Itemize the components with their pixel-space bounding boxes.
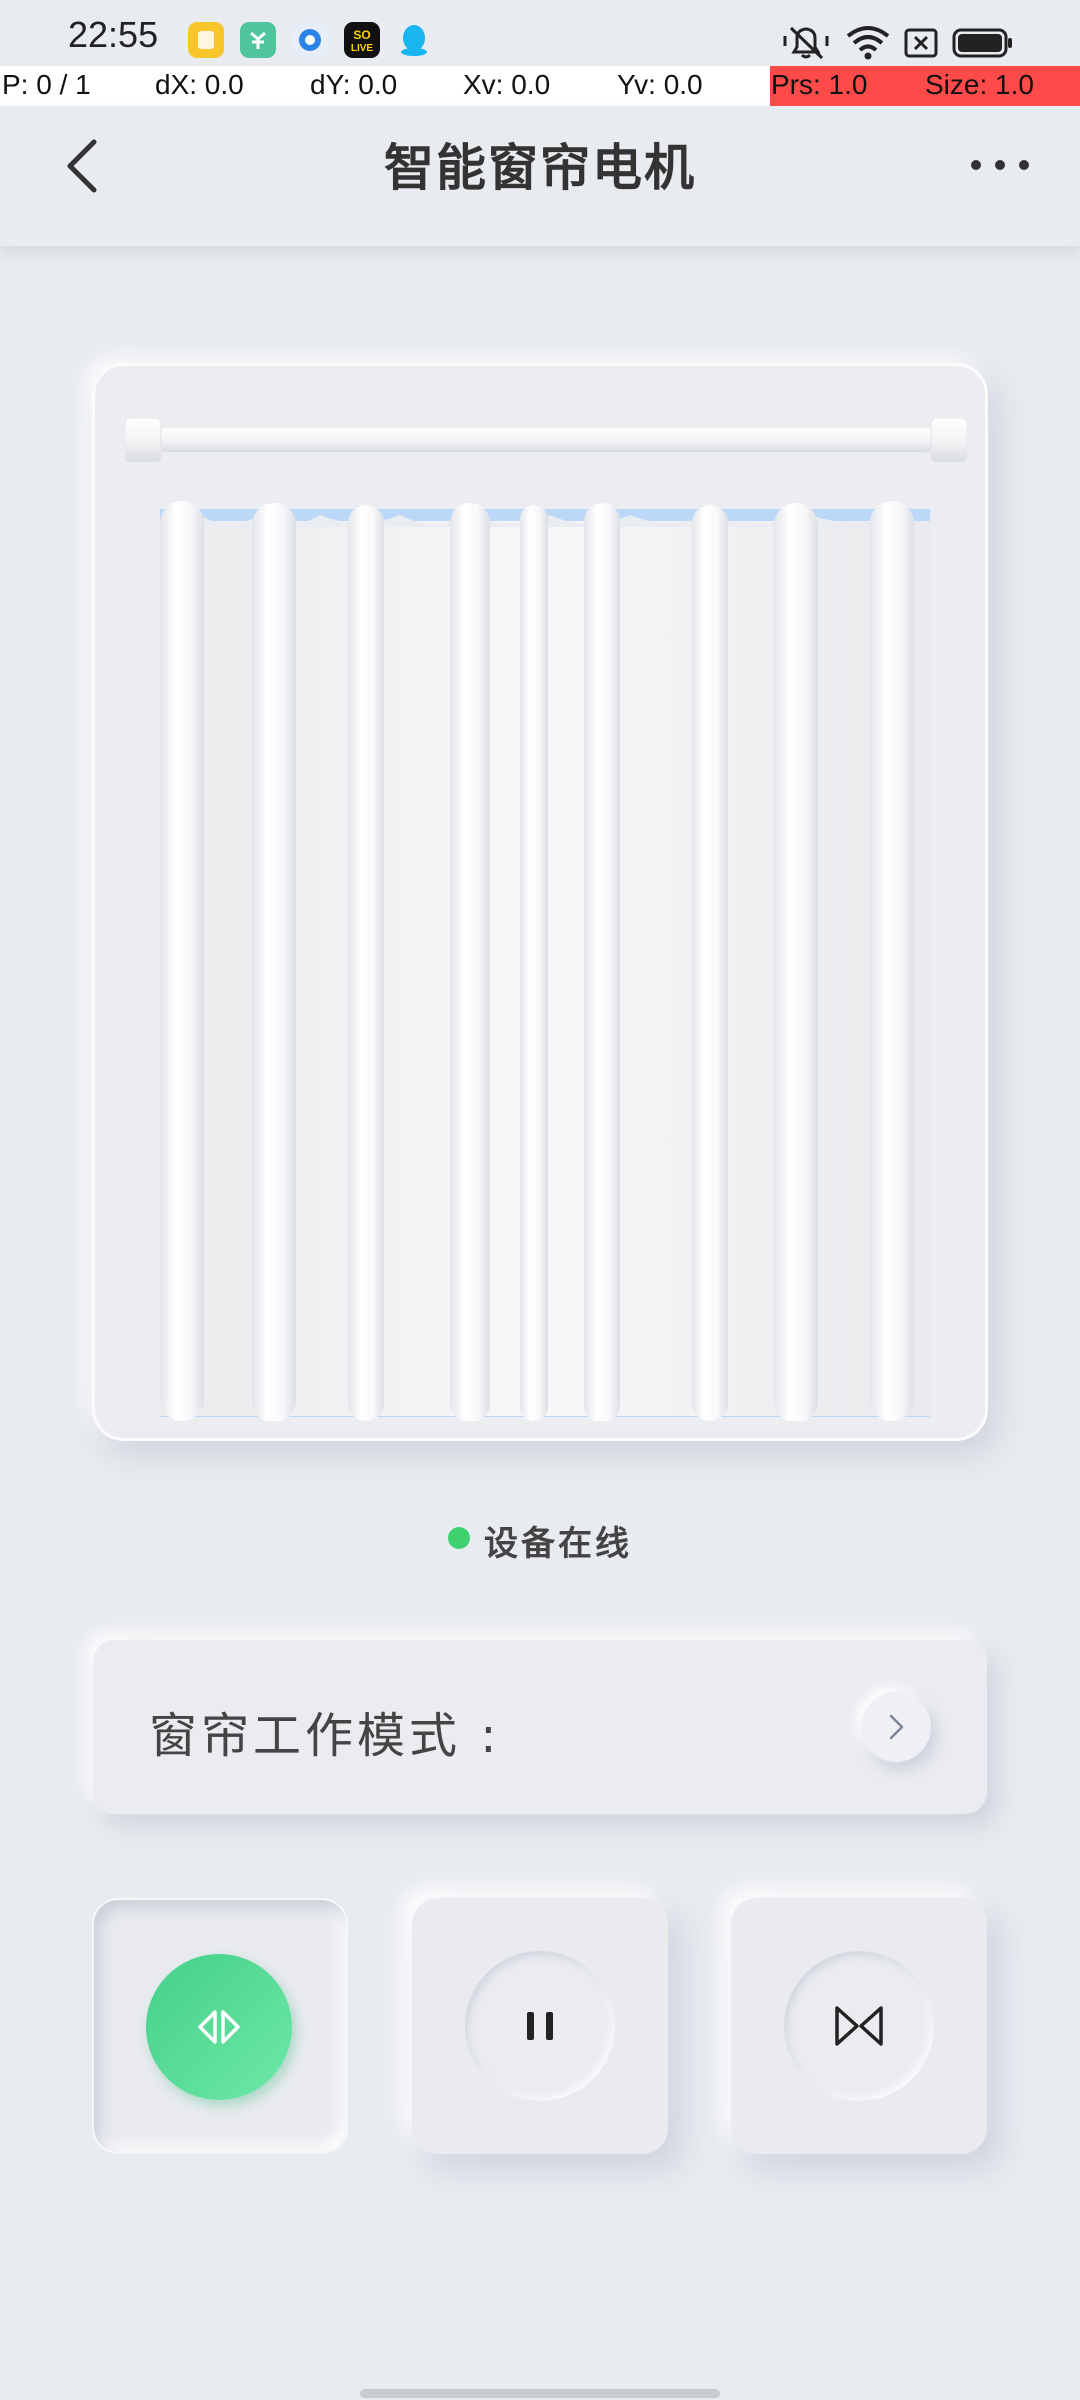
page-title: 智能窗帘电机	[384, 139, 696, 197]
curtain-rod	[125, 418, 967, 462]
pause-curtain-button[interactable]	[412, 1898, 668, 2154]
device-status: 设备在线	[0, 1516, 1080, 1566]
status-time: 22:55	[68, 14, 159, 55]
debug-pointer: P: 0 / 1	[2, 69, 91, 100]
chevron-right-icon	[889, 1714, 904, 1740]
open-curtain-button[interactable]	[92, 1898, 348, 2154]
debug-size: Size: 1.0	[925, 69, 1034, 100]
more-horizontal-icon	[971, 160, 1029, 170]
market-app-icon	[240, 22, 276, 58]
debug-prs: Prs: 1.0	[771, 69, 868, 100]
open-curtain-icon	[198, 2010, 240, 2044]
svg-text:SO: SO	[353, 28, 370, 42]
svg-text:LIVE: LIVE	[351, 43, 374, 54]
home-indicator[interactable]	[360, 2389, 720, 2398]
mute-icon	[782, 22, 830, 66]
browser-app-icon	[292, 22, 328, 58]
online-indicator-dot	[448, 1526, 470, 1549]
curtain-drape	[160, 501, 930, 1421]
sim-blocked-icon	[903, 22, 939, 66]
solive-app-icon: SO LIVE	[344, 22, 380, 58]
debug-yv: Yv: 0.0	[617, 69, 703, 100]
close-curtain-circle	[784, 1951, 934, 2101]
open-curtain-circle	[146, 1954, 292, 2100]
work-mode-row[interactable]: 窗帘工作模式 :	[93, 1640, 987, 1814]
debug-dy: dY: 0.0	[310, 69, 398, 100]
close-curtain-icon	[835, 2006, 883, 2046]
pause-curtain-circle	[465, 1951, 615, 2101]
device-status-text: 设备在线	[484, 1524, 632, 1564]
app-header: 智能窗帘电机	[0, 106, 1080, 246]
debug-xv: Xv: 0.0	[463, 69, 551, 100]
curtain-visual-card	[92, 363, 988, 1441]
battery-icon	[952, 22, 1014, 66]
pause-icon	[527, 2012, 553, 2040]
debug-dx: dX: 0.0	[155, 69, 244, 100]
pointer-debug-bar: P: 0 / 1 dX: 0.0 dY: 0.0 Xv: 0.0 Yv: 0.0…	[0, 66, 1080, 106]
close-curtain-button[interactable]	[731, 1898, 987, 2154]
wifi-icon	[846, 22, 890, 66]
status-bar: 22:55 SO LIVE	[0, 0, 1080, 66]
notes-app-icon	[188, 22, 224, 58]
qq-app-icon	[396, 22, 432, 58]
more-button[interactable]	[960, 140, 1040, 190]
work-mode-arrow-button[interactable]	[861, 1692, 931, 1762]
work-mode-label: 窗帘工作模式 :	[149, 1708, 501, 1764]
